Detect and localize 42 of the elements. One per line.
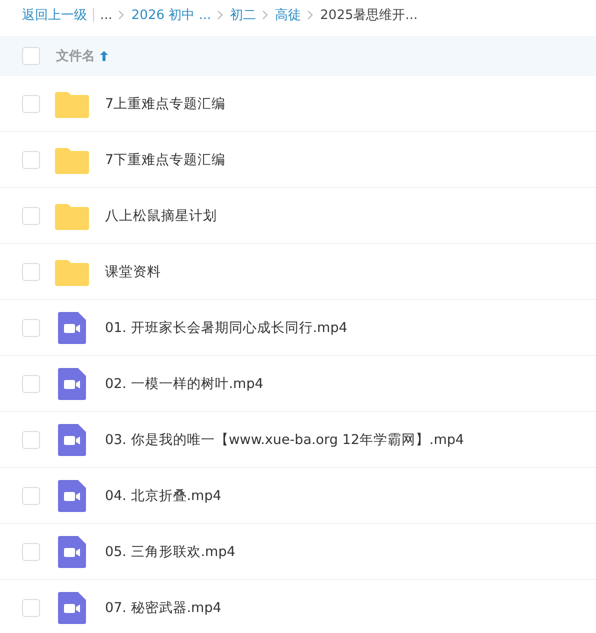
breadcrumb-link[interactable]: 高徒 [275,6,302,24]
chevron-icon [262,10,270,20]
video-file-icon [58,480,86,512]
file-name[interactable]: 7上重难点专题汇编 [105,94,226,112]
checkbox[interactable] [22,318,40,336]
file-name[interactable]: 04. 北京折叠.mp4 [105,486,222,504]
folder-icon [55,202,89,230]
checkbox[interactable] [22,262,40,280]
video-file-icon [58,536,86,568]
folder-icon [55,90,89,118]
checkbox[interactable] [22,486,40,504]
sort-ascending-icon[interactable] [99,50,109,62]
checkbox[interactable] [22,94,40,112]
checkbox[interactable] [22,542,40,560]
folder-icon [55,146,89,174]
breadcrumb-link[interactable]: 2026 初中 ... [131,6,212,24]
folder-icon [55,258,89,286]
video-file-icon [58,424,86,456]
video-file-icon [58,368,86,400]
file-name[interactable]: 7下重难点专题汇编 [105,150,226,168]
video-file-icon [58,592,86,624]
file-name[interactable]: 05. 三角形联欢.mp4 [105,542,236,560]
file-name[interactable]: 07. 秘密武器.mp4 [105,598,222,616]
checkbox[interactable] [22,150,40,168]
checkbox[interactable] [22,430,40,448]
chevron-icon [217,10,224,20]
file-name[interactable]: 01. 开班家长会暑期同心成长同行.mp4 [105,318,348,336]
file-name[interactable]: 03. 你是我的唯一【www.xue-ba.org 12年学霸网】.mp4 [105,430,464,448]
file-name[interactable]: 课堂资料 [105,262,161,280]
checkbox[interactable] [22,206,40,224]
file-name[interactable]: 八上松鼠摘星计划 [105,206,217,224]
breadcrumb-link[interactable]: 初二 [230,6,256,24]
chevron-icon [307,10,314,20]
video-file-icon [58,312,86,344]
checkbox[interactable] [22,374,40,392]
breadcrumb-link[interactable]: ... [100,8,112,22]
chevron-icon [118,10,126,20]
checkbox[interactable] [22,598,40,616]
file-name[interactable]: 02. 一模一样的树叶.mp4 [105,374,264,392]
back-link[interactable]: 返回上一级 [22,6,87,24]
checkbox[interactable] [22,47,40,65]
current-path-text[interactable]: 2025暑思维开... [320,6,418,24]
